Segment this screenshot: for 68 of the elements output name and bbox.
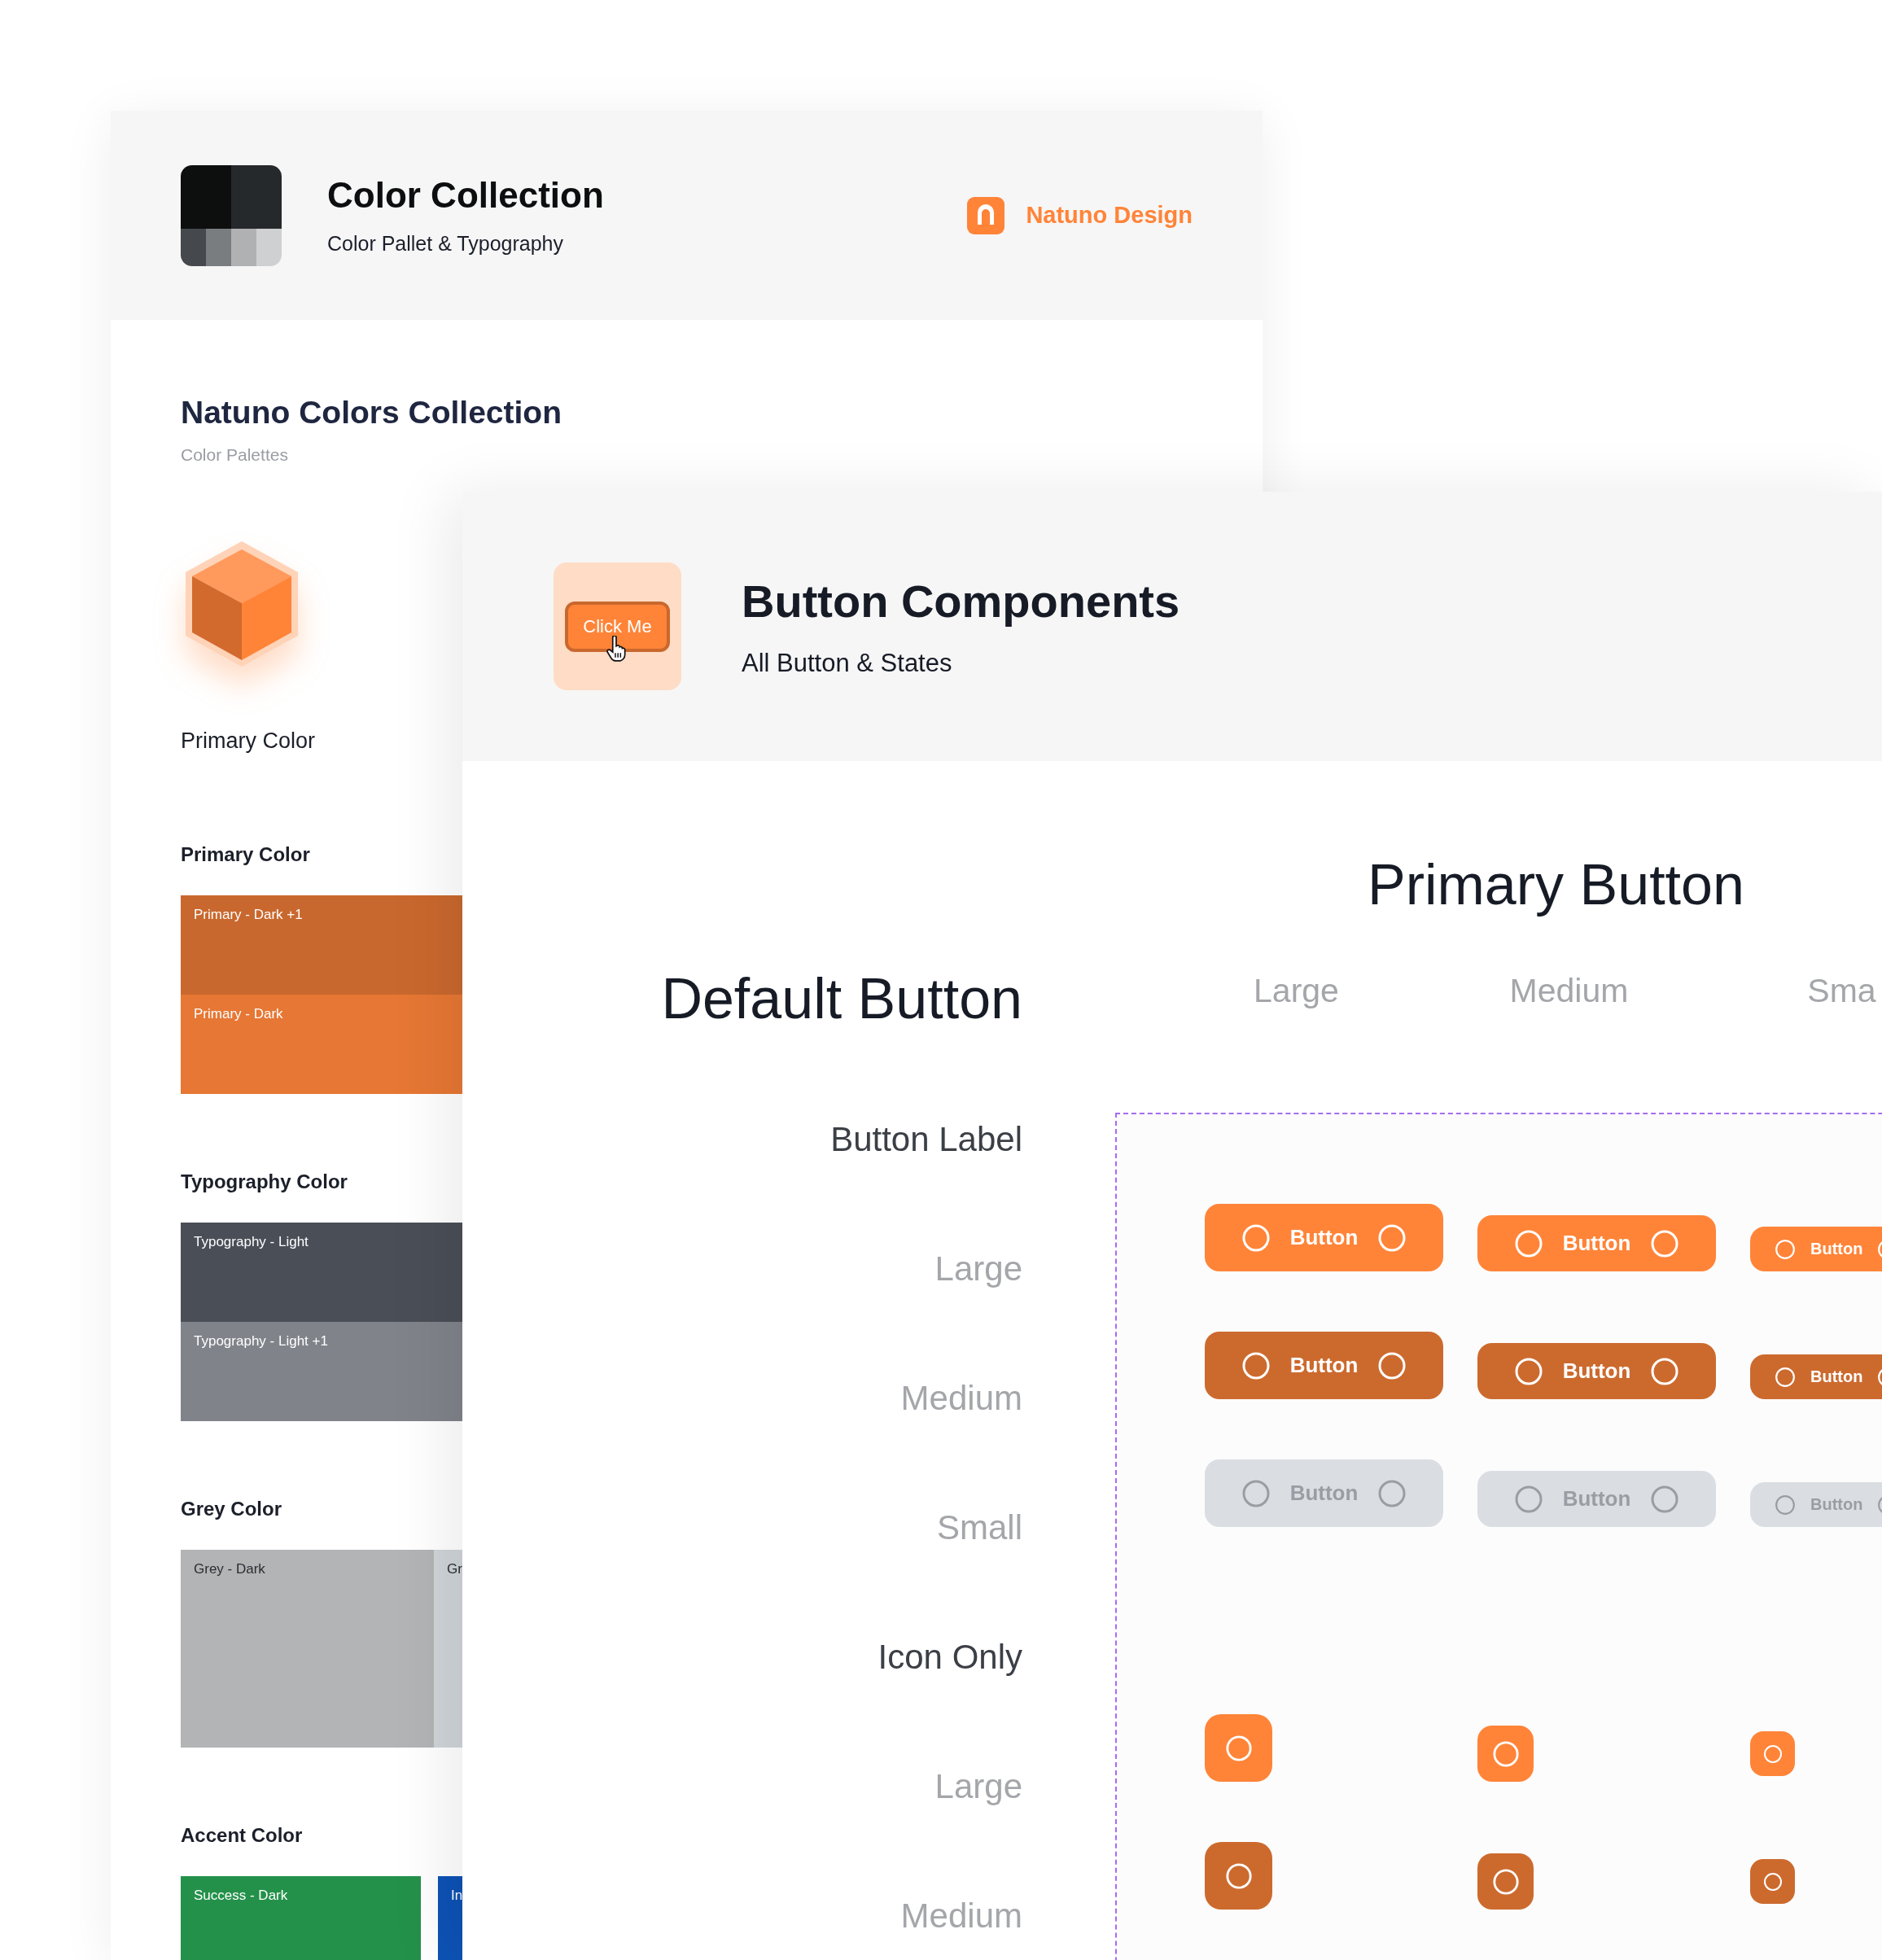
swatch-label: Typography - Light +1	[194, 1333, 328, 1349]
icon-button[interactable]	[1477, 1726, 1534, 1782]
row-label: Medium	[900, 1896, 1022, 1936]
page-title: Color Collection	[327, 175, 605, 216]
button[interactable]: Button	[1477, 1343, 1716, 1399]
hero-label: Primary Color	[181, 728, 317, 754]
circle-icon	[1241, 1478, 1271, 1508]
icon-button[interactable]	[1477, 1853, 1534, 1910]
button[interactable]: Button	[1477, 1215, 1716, 1271]
circle-icon	[1224, 1734, 1253, 1762]
icon-button[interactable]	[1750, 1859, 1795, 1904]
swatch-label: Primary - Dark +1	[194, 907, 303, 922]
circle-icon	[1491, 1739, 1520, 1768]
circle-icon	[1241, 1223, 1271, 1253]
swatch-label: Gr	[447, 1561, 462, 1577]
swatch-label: Typography - Light	[194, 1234, 309, 1249]
hand-cursor-icon	[606, 636, 627, 662]
palette-logo-icon	[181, 164, 282, 266]
section-subtitle: Color Palettes	[181, 445, 289, 465]
circle-icon	[1241, 1350, 1271, 1380]
column-heading: Sma	[1806, 971, 1877, 1010]
icon-button[interactable]	[1750, 1731, 1795, 1776]
row-label: Small	[936, 1507, 1022, 1547]
column-heading: Medium	[1508, 971, 1630, 1010]
circle-icon	[1224, 1862, 1253, 1890]
icon-button[interactable]	[1205, 1714, 1272, 1782]
circle-icon	[1513, 1356, 1543, 1386]
group-title: Primary Color	[181, 843, 311, 866]
circle-icon	[1775, 1238, 1796, 1260]
button[interactable]: Button	[1750, 1227, 1882, 1271]
section-title: Natuno Colors Collection	[181, 395, 562, 431]
brand-name: Natuno Design	[1026, 202, 1193, 229]
swatch-label: In	[451, 1888, 462, 1903]
circle-icon	[1513, 1228, 1543, 1258]
circle-icon	[1377, 1350, 1407, 1380]
group-title: Typography Color	[181, 1170, 348, 1193]
row-label: Medium	[900, 1378, 1022, 1418]
row-label: Button Label	[830, 1119, 1022, 1159]
row-label: Large	[934, 1766, 1022, 1806]
column-heading: Large	[1253, 971, 1340, 1010]
page-title: Button Components	[742, 575, 1180, 628]
circle-icon	[1775, 1494, 1796, 1516]
page-subtitle: All Button & States	[742, 649, 953, 678]
button[interactable]: Button	[1205, 1332, 1443, 1399]
circle-icon	[1513, 1484, 1543, 1514]
row-label: Large	[934, 1249, 1022, 1288]
row-label: Icon Only	[878, 1637, 1022, 1677]
circle-icon	[1762, 1871, 1783, 1892]
circle-icon	[1775, 1366, 1796, 1388]
button[interactable]: Button	[1750, 1354, 1882, 1399]
icon-button[interactable]	[1205, 1842, 1272, 1910]
circle-icon	[1762, 1743, 1783, 1764]
circle-icon	[1650, 1356, 1680, 1386]
button[interactable]: Button	[1205, 1204, 1443, 1271]
group-title: Accent Color	[181, 1824, 304, 1847]
section-heading: Primary Button	[1367, 852, 1745, 917]
circle-icon	[1650, 1228, 1680, 1258]
swatch-label: Success - Dark	[194, 1888, 288, 1903]
circle-icon	[1650, 1484, 1680, 1514]
section-heading: Default Button	[660, 966, 1022, 1031]
arch-logo-icon	[967, 196, 1005, 234]
swatch-label: Primary - Dark	[194, 1006, 283, 1022]
circle-icon	[1491, 1867, 1520, 1896]
swatch-label: Grey - Dark	[194, 1561, 265, 1577]
group-title: Grey Color	[181, 1498, 283, 1520]
page-subtitle: Color Pallet & Typography	[327, 232, 564, 256]
circle-icon	[1377, 1478, 1407, 1508]
circle-icon	[1377, 1223, 1407, 1253]
